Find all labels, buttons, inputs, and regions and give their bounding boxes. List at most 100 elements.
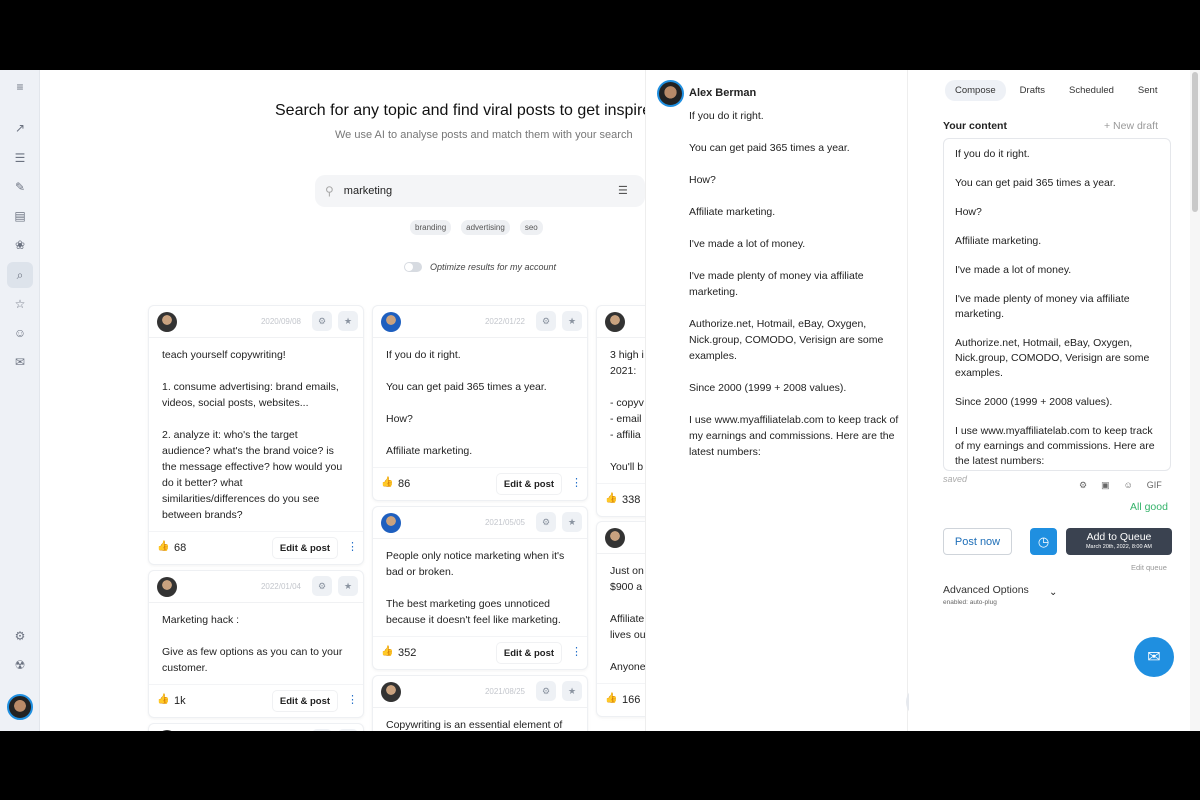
- chat-support-button[interactable]: ✉: [1134, 637, 1174, 677]
- more-options-icon[interactable]: ⋮: [347, 540, 358, 553]
- thumbs-up-icon: 👍: [605, 493, 618, 504]
- card-header: 2021/05/05 ⚙ ★: [373, 507, 587, 539]
- filter-icon[interactable]: ☰: [618, 184, 628, 197]
- ai-rewrite-button[interactable]: ⚙: [312, 729, 332, 731]
- preview-paragraph: You can get paid 365 times a year.: [689, 142, 850, 154]
- add-to-queue-button[interactable]: Add to Queue March 20th, 2022, 8:00 AM: [1066, 528, 1172, 555]
- tag-chip[interactable]: advertising: [461, 220, 510, 235]
- thumbs-up-icon: 👍: [605, 693, 618, 704]
- post-preview: Alex Berman If you do it right. You can g…: [645, 70, 908, 731]
- thumbs-up-icon: 👍: [381, 646, 394, 657]
- scrollbar-thumb[interactable]: [1192, 72, 1198, 212]
- chat-icon[interactable]: ✉: [7, 349, 33, 375]
- favorite-star-icon[interactable]: ★: [338, 729, 358, 731]
- post-paragraph: People only notice marketing when it's b…: [386, 550, 565, 578]
- post-paragraph: Affiliate lives ou: [610, 613, 645, 641]
- tab-scheduled[interactable]: Scheduled: [1059, 80, 1124, 101]
- chart-icon[interactable]: ↗: [7, 115, 33, 141]
- chevron-down-icon[interactable]: ⌄: [1049, 587, 1057, 598]
- edit-queue-link[interactable]: Edit queue: [1131, 563, 1167, 572]
- more-options-icon[interactable]: ⋮: [571, 476, 582, 489]
- tab-compose[interactable]: Compose: [945, 80, 1006, 101]
- search-value: marketing: [343, 185, 393, 197]
- emoji-icon[interactable]: ☺: [1124, 480, 1133, 491]
- image-icon[interactable]: ▣: [1101, 480, 1110, 491]
- optimize-row: Optimize results for my account: [404, 262, 556, 272]
- post-text: teach yourself copywriting! 1. consume ad…: [149, 338, 363, 531]
- compose-panel: Compose Drafts Scheduled Sent Your conte…: [909, 70, 1190, 731]
- edit-post-button[interactable]: Edit & post: [496, 473, 562, 495]
- tag-chip[interactable]: branding: [410, 220, 452, 235]
- editor-paragraph: How?: [955, 206, 982, 218]
- favorite-star-icon[interactable]: ★: [338, 311, 358, 331]
- card-footer: 👍338Edit & post⋮: [597, 483, 645, 516]
- preview-paragraph: I've made plenty of money via affiliate …: [689, 270, 864, 298]
- schedule-button[interactable]: ◷: [1030, 528, 1057, 555]
- bulb-icon[interactable]: ❀: [7, 232, 33, 258]
- card-header: ⚙★: [597, 306, 645, 338]
- gif-button[interactable]: GIF: [1147, 480, 1162, 491]
- scrollbar[interactable]: [1190, 70, 1200, 731]
- favorite-star-icon[interactable]: ★: [562, 681, 582, 701]
- menu-icon[interactable]: ≡: [7, 74, 33, 100]
- ai-rewrite-button[interactable]: ⚙: [312, 576, 332, 596]
- preview-paragraph: If you do it right.: [689, 110, 764, 122]
- tab-sent[interactable]: Sent: [1128, 80, 1168, 101]
- tab-drafts[interactable]: Drafts: [1010, 80, 1055, 101]
- advanced-options-sub: enabled: auto-plug: [943, 599, 997, 606]
- post-card: ⚙★ Just on $900 a Affiliate lives ou Anyone…: [596, 521, 645, 717]
- post-paragraph: Just on $900 a: [610, 565, 644, 593]
- post-now-button[interactable]: Post now: [943, 528, 1012, 555]
- user-avatar[interactable]: [7, 694, 33, 720]
- like-count: 352: [398, 647, 417, 659]
- avatar: [157, 312, 177, 332]
- edit-post-button[interactable]: Edit & post: [496, 642, 562, 664]
- content-editor[interactable]: If you do it right. You can get paid 365 …: [943, 138, 1171, 471]
- favorite-star-icon[interactable]: ★: [562, 311, 582, 331]
- new-draft-button[interactable]: + New draft: [1104, 120, 1158, 132]
- list-icon[interactable]: ☰: [7, 145, 33, 171]
- favorite-star-icon[interactable]: ★: [338, 576, 358, 596]
- ai-rewrite-button[interactable]: ⚙: [536, 311, 556, 331]
- ai-rewrite-button[interactable]: ⚙: [536, 512, 556, 532]
- star-icon[interactable]: ☆: [7, 291, 33, 317]
- card-header: 2022/01/22 ⚙ ★: [373, 306, 587, 338]
- add-to-queue-label: Add to Queue: [1086, 531, 1152, 543]
- editor-paragraph: Affiliate marketing.: [955, 235, 1042, 247]
- users-icon[interactable]: ☺: [7, 320, 33, 346]
- compose-tabs: Compose Drafts Scheduled Sent: [945, 80, 1167, 101]
- more-options-icon[interactable]: ⋮: [347, 693, 358, 706]
- optimize-toggle[interactable]: [404, 262, 422, 272]
- like-count: 86: [398, 478, 411, 490]
- search-icon[interactable]: ⌕: [7, 262, 33, 288]
- tag-chip[interactable]: seo: [519, 220, 543, 235]
- bug-icon[interactable]: ☢: [7, 652, 33, 678]
- favorite-star-icon[interactable]: ★: [562, 512, 582, 532]
- pencil-icon[interactable]: ✎: [7, 174, 33, 200]
- edit-post-button[interactable]: Edit & post: [272, 690, 338, 712]
- card-footer: 👍 68 Edit & post ⋮: [149, 531, 363, 564]
- like-count: 1k: [174, 695, 186, 707]
- post-paragraph: 3 high i 2021:: [610, 349, 644, 377]
- editor-paragraph: I've made a lot of money.: [955, 264, 1072, 276]
- queue-date: March 20th, 2022, 8:00 AM: [1085, 544, 1153, 550]
- card-header: ⚙★: [149, 724, 363, 731]
- thumbs-up-icon: 👍: [381, 477, 394, 488]
- edit-post-button[interactable]: Edit & post: [272, 537, 338, 559]
- page-title: Search for any topic and find viral post…: [275, 102, 645, 119]
- search-input[interactable]: ⚲ marketing ☰: [315, 175, 645, 207]
- gear-icon[interactable]: ⚙: [7, 623, 33, 649]
- ai-rewrite-button[interactable]: ⚙: [312, 311, 332, 331]
- search-icon: ⚲: [325, 184, 334, 198]
- avatar: [605, 312, 625, 332]
- ai-rewrite-button[interactable]: ⚙: [536, 681, 556, 701]
- avatar: [381, 513, 401, 533]
- card-footer: 👍 1k Edit & post ⋮: [149, 684, 363, 717]
- advanced-options-toggle[interactable]: Advanced Options: [943, 584, 1029, 596]
- more-options-icon[interactable]: ⋮: [571, 645, 582, 658]
- card-icon[interactable]: ▤: [7, 203, 33, 229]
- ai-icon[interactable]: ⚙: [1079, 480, 1087, 491]
- post-card: 2021/05/05 ⚙ ★ People only notice marketing…: [372, 506, 588, 670]
- like-count: 166: [622, 694, 641, 706]
- preview-paragraph: Authorize.net, Hotmail, eBay, Oxygen, Ni…: [689, 318, 884, 362]
